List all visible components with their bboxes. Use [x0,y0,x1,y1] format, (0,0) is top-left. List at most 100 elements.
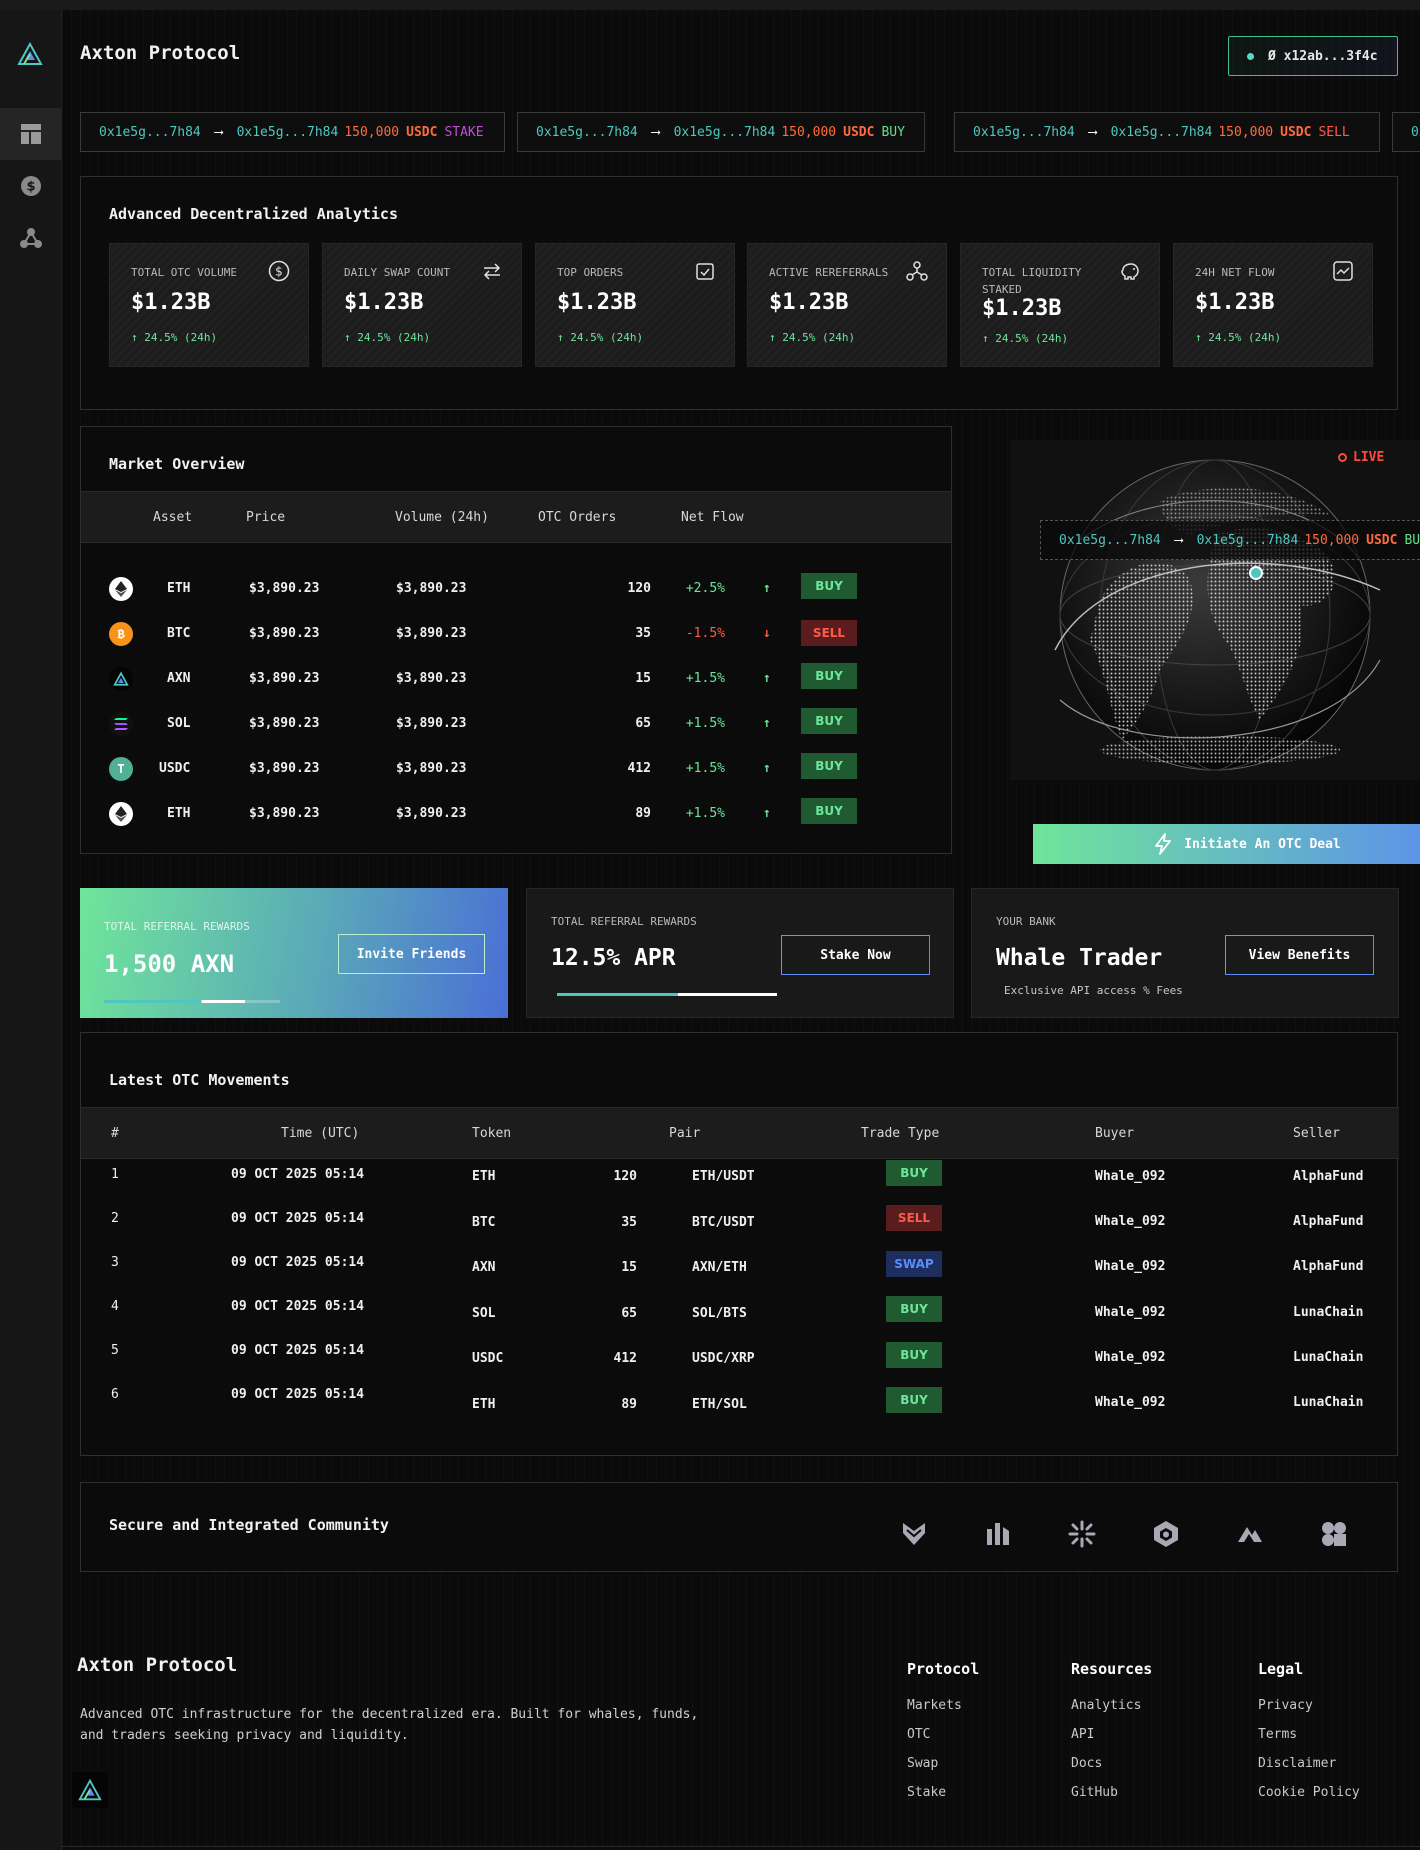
metric-card[interactable]: TOTAL LIQUIDITY STAKED $1.23B ↑ 24.5% (24h… [960,243,1160,367]
ticker-item[interactable]: 0x1e5g...7h84 ⟶ 0x1e5g...7h84 150,000 US… [517,112,925,152]
footer-link-analytics[interactable]: Analytics [1071,1698,1152,1727]
footer-link-disclaimer[interactable]: Disclaimer [1258,1756,1360,1785]
ticker-to: 0x1e5g...7h84 [673,124,776,140]
sidebar: $ [0,10,62,1850]
market-row[interactable]: AXN $3,890.23 $3,890.23 15 +1.5% ↑ BUY [81,657,951,701]
metric-change: ↑ 24.5% (24h) [131,331,217,344]
arrow-right-icon: ⟶ [1174,532,1183,548]
layout-icon [21,124,41,144]
metric-card[interactable]: TOP ORDERS $1.23B ↑ 24.5% (24h) [535,243,735,367]
buy-button[interactable]: BUY [801,798,857,824]
table-row[interactable]: 1 09 OCT 2025 05:14 ETH 120 ETH/USDT BUY Whale… [81,1160,1399,1211]
chevron-shield-icon[interactable] [899,1519,929,1549]
row-token: USDC [472,1351,504,1367]
table-row[interactable]: 6 09 OCT 2025 05:14 ETH 89 ETH/SOL BUY Whale_0… [81,1387,1399,1431]
buy-button[interactable]: BUY [801,573,857,599]
row-quantity: 15 [621,1260,637,1276]
footer-link-github[interactable]: GitHub [1071,1785,1152,1814]
buy-button[interactable]: BUY [801,663,857,689]
footer-link-otc[interactable]: OTC [907,1727,979,1756]
table-row[interactable]: 5 09 OCT 2025 05:14 USDC 412 USDC/XRP BUY Whal… [81,1341,1399,1387]
network-nodes-icon [906,260,928,282]
sidebar-item-finance[interactable]: $ [0,160,62,212]
stake-now-button[interactable]: Stake Now [781,935,930,975]
row-seller: LunaChain [1293,1304,1364,1320]
row-buyer: Whale_092 [1095,1395,1166,1410]
metric-card[interactable]: DAILY SWAP COUNT $1.23B ↑ 24.5% (24h) [322,243,522,367]
market-row[interactable]: SOL $3,890.23 $3,890.23 65 +1.5% ↑ BUY [81,702,951,746]
row-time: 09 OCT 2025 05:14 [231,1343,365,1358]
arrow-down-icon: ↓ [763,626,771,641]
row-pair: ETH/USDT [692,1169,755,1184]
clover-logo-icon[interactable] [1319,1519,1349,1549]
swap-arrows-icon [481,260,503,282]
metric-card[interactable]: TOTAL OTC VOLUME $1.23B ↑ 24.5% (24h) $ [109,243,309,367]
metric-card[interactable]: 24H NET FLOW $1.23B ↑ 24.5% (24h) [1173,243,1373,367]
ticker-amount: 150,000 [344,124,400,140]
table-row[interactable]: 3 09 OCT 2025 05:14 AXN 15 AXN/ETH SWAP Whale_… [81,1250,1399,1299]
sell-button[interactable]: SELL [801,620,857,646]
row-token: ETH [472,1397,496,1412]
live-label: LIVE [1353,450,1385,465]
footer-link-privacy[interactable]: Privacy [1258,1698,1360,1727]
ticker-item[interactable]: 0x [1392,112,1420,152]
ticker-item[interactable]: 0x1e5g...7h84 ⟶ 0x1e5g...7h84 150,000 US… [954,112,1380,152]
market-volume: $3,890.23 [396,716,467,731]
row-buyer: Whale_092 [1095,1259,1166,1275]
arrow-up-icon: ↑ [763,761,771,776]
metric-label: DAILY SWAP COUNT [344,266,450,279]
table-row[interactable]: 2 09 OCT 2025 05:14 BTC 35 BTC/USDT SELL Whale… [81,1205,1399,1255]
trade-type-badge: BUY [886,1341,942,1368]
market-table-header: Asset Price Volume (24h) OTC Orders Net … [81,491,951,543]
footer-link-docs[interactable]: Docs [1071,1756,1152,1785]
view-benefits-button[interactable]: View Benefits [1225,935,1374,975]
market-otc-orders: 89 [635,806,651,821]
market-row[interactable]: ETH $3,890.23 $3,890.23 89 +1.5% ↑ BUY [81,792,951,836]
market-price: $3,890.23 [249,626,320,641]
row-seller: LunaChain [1293,1395,1364,1410]
arrow-right-icon: ⟶ [1088,124,1097,140]
axton-logo-icon[interactable] [16,40,44,68]
mountain-logo-icon[interactable] [1235,1519,1265,1549]
sidebar-item-dashboard[interactable] [0,108,62,160]
hexagon-logo-icon[interactable] [1151,1519,1181,1549]
initiate-otc-deal-button[interactable]: Initiate An OTC Deal [1033,824,1420,864]
market-price: $3,890.23 [249,716,320,731]
starburst-logo-icon[interactable] [1067,1519,1097,1549]
otc-cta-label: Initiate An OTC Deal [1184,836,1341,852]
footer-logo[interactable] [72,1772,108,1808]
sidebar-item-network[interactable] [0,212,62,264]
bars-logo-icon[interactable] [983,1519,1013,1549]
table-row[interactable]: 4 09 OCT 2025 05:14 SOL 65 SOL/BTS BUY Whale_0… [81,1296,1399,1343]
ticker-item[interactable]: 0x1e5g...7h84 ⟶ 0x1e5g...7h84 150,000 US… [80,112,505,152]
invite-friends-button[interactable]: Invite Friends [338,934,485,974]
footer-link-cookie-policy[interactable]: Cookie Policy [1258,1785,1360,1814]
live-ticker[interactable]: 0x1e5g...7h84 ⟶ 0x1e5g...7h84 150,000 US… [1040,520,1420,560]
market-title: Market Overview [109,455,245,473]
buy-button[interactable]: BUY [801,708,857,734]
footer-link-stake[interactable]: Stake [907,1785,979,1814]
metric-change-value: 24.5% (24h) [570,331,644,344]
usdt-coin-icon: T [109,757,133,781]
market-row[interactable]: ETH $3,890.23 $3,890.23 120 +2.5% ↑ BUY [81,567,951,611]
col-token: Token [472,1126,512,1141]
svg-text:$: $ [26,180,35,195]
market-row[interactable]: T USDC $3,890.23 $3,890.23 412 +1.5% ↑ BUY [81,747,951,791]
metric-card[interactable]: ACTIVE REREFERRALS $1.23B ↑ 24.5% (24h) [747,243,947,367]
market-row[interactable]: ₿ BTC $3,890.23 $3,890.23 35 -1.5% ↓ SELL [81,612,951,656]
footer-link-api[interactable]: API [1071,1727,1152,1756]
lightning-icon [1155,833,1172,855]
ticker-from: 0x1e5g...7h84 [973,124,1075,140]
row-buyer: Whale_092 [1095,1304,1166,1320]
footer-link-terms[interactable]: Terms [1258,1727,1360,1756]
col-volume: Volume (24h) [395,510,489,525]
top-strip [0,0,1420,10]
wallet-button[interactable]: Ø x12ab...3f4c [1228,36,1398,76]
row-seller: AlphaFund [1293,1169,1364,1184]
row-time: 09 OCT 2025 05:14 [231,1255,365,1270]
metric-change-value: 24.5% (24h) [357,331,431,344]
ticker-from: 0x1e5g...7h84 [536,124,638,140]
footer-link-markets[interactable]: Markets [907,1698,979,1727]
buy-button[interactable]: BUY [801,753,857,779]
footer-link-swap[interactable]: Swap [907,1756,979,1785]
